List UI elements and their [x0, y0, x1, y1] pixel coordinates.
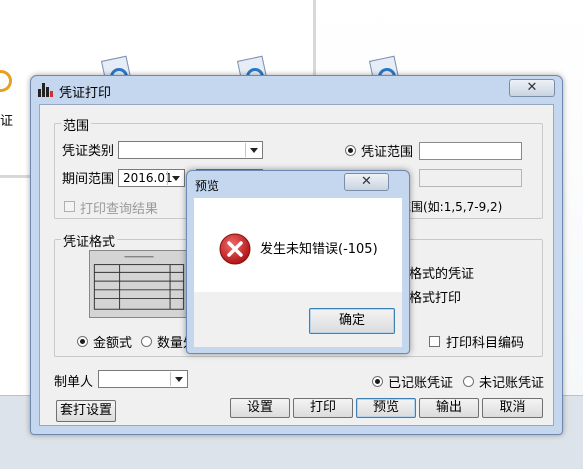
amount-format-label: 金额式 — [93, 336, 133, 351]
print-query-result-label: 打印查询结果 — [80, 202, 159, 217]
period-label: 期间范围 — [62, 172, 115, 187]
unposted-voucher-label: 未记账凭证 — [479, 376, 545, 391]
close-button[interactable]: ✕ — [509, 79, 555, 97]
quantity-format-radio[interactable] — [141, 336, 152, 347]
posted-voucher-label: 已记账凭证 — [388, 376, 454, 391]
voucher-type-select[interactable] — [118, 141, 263, 159]
unposted-voucher-radio[interactable] — [463, 376, 474, 387]
export-button[interactable]: 输出 — [419, 398, 479, 418]
print-subject-code-checkbox[interactable] — [429, 336, 440, 347]
print-query-result-checkbox[interactable] — [64, 201, 75, 212]
voucher-range-secondary-input[interactable] — [419, 169, 522, 187]
print-button[interactable]: 打印 — [293, 398, 353, 418]
range-legend: 范围 — [61, 115, 92, 134]
voucher-type-label: 凭证类别 — [62, 144, 115, 159]
error-dialog: 预览 ✕ 发生未知错误(-105) 确定 — [186, 170, 410, 354]
error-message-area: 发生未知错误(-105) — [194, 198, 402, 292]
settings-button[interactable]: 设置 — [230, 398, 290, 418]
maker-select[interactable] — [98, 370, 188, 388]
voucher-range-radio[interactable] — [345, 145, 356, 156]
period-start-select[interactable]: 2016.01 — [118, 169, 185, 187]
dialog-titlebar[interactable]: 凭证打印 ✕ — [31, 76, 562, 102]
close-button[interactable]: ✕ — [344, 173, 389, 191]
app-icon — [38, 83, 53, 97]
maker-label: 制单人 — [54, 375, 94, 390]
voucher-range-label: 凭证范围 — [361, 145, 414, 160]
period-start-value: 2016.01 — [123, 171, 173, 185]
ok-button[interactable]: 确定 — [309, 308, 395, 334]
background-edge-label: 证 — [0, 114, 14, 129]
voucher-range-hint: 范围(如:1,5,7-9,2) — [399, 200, 503, 214]
chevron-down-icon[interactable] — [245, 143, 261, 157]
template-setup-button[interactable]: 套打设置 — [56, 400, 116, 422]
error-dialog-body: 发生未知错误(-105) 确定 — [194, 198, 402, 347]
format-legend: 凭证格式 — [61, 231, 118, 250]
error-message: 发生未知错误(-105) — [260, 242, 378, 257]
format-voucher-option[interactable]: 格式的凭证 — [409, 263, 474, 282]
chevron-down-icon[interactable] — [170, 372, 186, 386]
chevron-down-icon[interactable] — [167, 171, 183, 185]
preview-button[interactable]: 预览 — [356, 398, 416, 418]
error-dialog-title: 预览 — [195, 179, 220, 193]
cancel-button[interactable]: 取消 — [482, 398, 543, 418]
amount-format-radio[interactable] — [77, 336, 88, 347]
format-print-option[interactable]: 格式打印 — [409, 287, 461, 306]
voucher-format-preview — [89, 250, 189, 318]
posted-voucher-radio[interactable] — [372, 376, 383, 387]
voucher-range-input[interactable] — [419, 142, 522, 160]
dialog-title: 凭证打印 — [59, 86, 112, 101]
error-icon — [219, 233, 251, 265]
print-subject-code-label: 打印科目编码 — [446, 336, 525, 351]
